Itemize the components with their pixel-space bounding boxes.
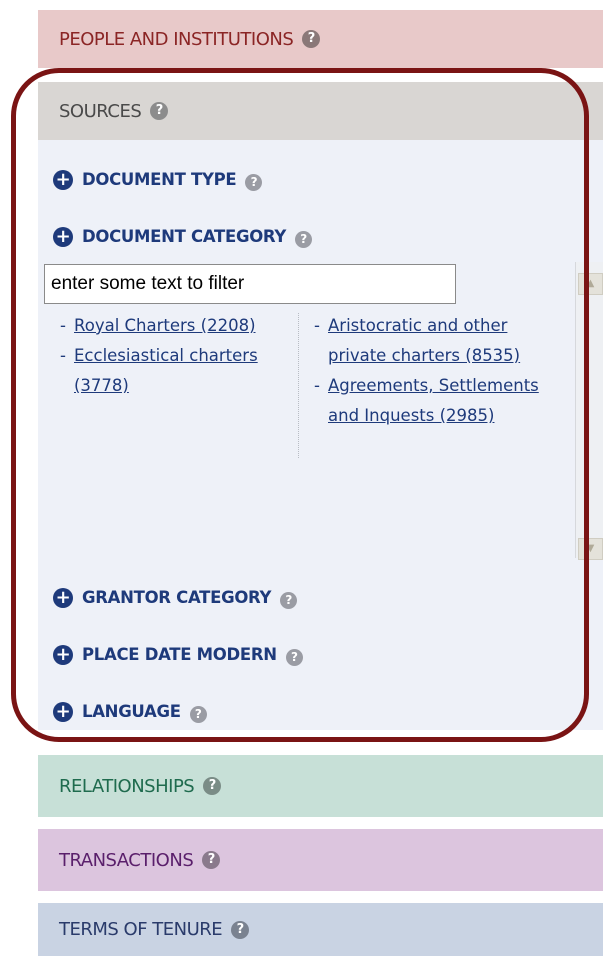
panel-title: RELATIONSHIPS [59, 775, 195, 797]
help-icon[interactable]: ? [302, 30, 321, 48]
category-link-aristocratic-charters[interactable]: Aristocratic and other private charters … [328, 311, 564, 371]
facet-label: PLACE DATE MODERN [82, 645, 277, 664]
category-link-agreements-settlements-inquests[interactable]: Agreements, Settlements and Inquests (29… [328, 371, 564, 431]
panel-title: SOURCES [59, 100, 142, 122]
scroll-down-icon[interactable]: ▼ [578, 538, 603, 560]
help-icon[interactable]: ? [285, 649, 303, 666]
panel-title: TRANSACTIONS [59, 849, 194, 871]
panel-title: PEOPLE AND INSTITUTIONS [59, 28, 294, 50]
list-dash: - [314, 316, 320, 335]
help-icon[interactable]: ? [189, 706, 207, 723]
list-dash: - [60, 346, 66, 365]
help-icon[interactable]: ? [150, 102, 169, 120]
list-item: - Aristocratic and other private charter… [314, 311, 564, 371]
category-list-right: - Aristocratic and other private charter… [314, 311, 564, 431]
expand-icon: + [53, 644, 73, 665]
facet-label: DOCUMENT CATEGORY [82, 227, 287, 246]
panel-title: TERMS OF TENURE [59, 919, 223, 940]
help-icon[interactable]: ? [280, 592, 298, 609]
facet-label: DOCUMENT TYPE [82, 170, 237, 189]
category-filter-input[interactable] [44, 264, 456, 304]
expand-icon: + [53, 169, 73, 190]
help-icon[interactable]: ? [245, 174, 263, 191]
category-link-royal-charters[interactable]: Royal Charters (2208) [74, 311, 256, 341]
facet-document-category[interactable]: + DOCUMENT CATEGORY ? [53, 225, 313, 248]
list-item: - Ecclesiastical charters (3778) [60, 341, 292, 401]
category-list-left: - Royal Charters (2208) - Ecclesiastical… [60, 311, 292, 401]
panel-people-and-institutions[interactable]: PEOPLE AND INSTITUTIONS ? [38, 10, 603, 68]
list-dash: - [60, 316, 66, 335]
scrollbar[interactable] [575, 262, 603, 558]
panel-transactions[interactable]: TRANSACTIONS ? [38, 829, 603, 891]
help-icon[interactable]: ? [203, 777, 222, 795]
panel-terms-of-tenure[interactable]: TERMS OF TENURE ? [38, 903, 603, 956]
panel-relationships[interactable]: RELATIONSHIPS ? [38, 755, 603, 817]
facet-grantor-category[interactable]: + GRANTOR CATEGORY ? [53, 586, 298, 609]
scroll-up-icon[interactable]: ▲ [578, 273, 603, 295]
list-item: - Royal Charters (2208) [60, 311, 292, 341]
list-dash: - [314, 376, 320, 395]
help-icon[interactable]: ? [202, 851, 221, 869]
expand-icon: + [53, 701, 73, 722]
expand-icon: + [53, 226, 73, 247]
facet-language[interactable]: + LANGUAGE ? [53, 700, 207, 723]
help-icon[interactable]: ? [231, 920, 250, 939]
column-divider [298, 313, 299, 458]
help-icon[interactable]: ? [295, 231, 313, 248]
facet-label: LANGUAGE [82, 702, 181, 721]
panel-sources[interactable]: SOURCES ? [38, 82, 603, 140]
facet-place-date-modern[interactable]: + PLACE DATE MODERN ? [53, 643, 303, 666]
facet-label: GRANTOR CATEGORY [82, 588, 272, 607]
list-item: - Agreements, Settlements and Inquests (… [314, 371, 564, 431]
category-link-ecclesiastical-charters[interactable]: Ecclesiastical charters (3778) [74, 341, 292, 401]
facet-document-type[interactable]: + DOCUMENT TYPE ? [53, 168, 263, 191]
expand-icon: + [53, 587, 73, 608]
